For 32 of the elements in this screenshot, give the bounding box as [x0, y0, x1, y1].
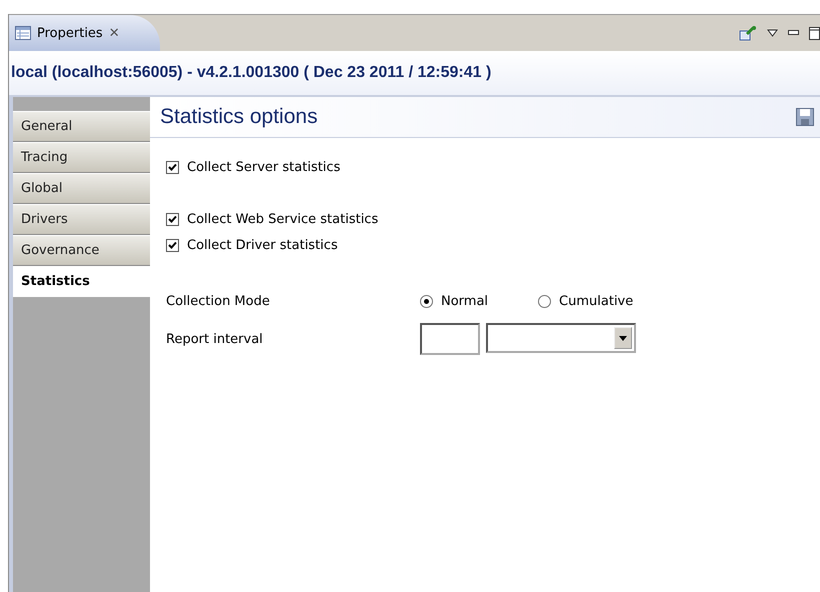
sidebar-tab[interactable]: Global [13, 173, 150, 204]
header-title: local (localhost:56005) - v4.2.1.001300 ( Dec 23 2011 / 12:59:41 ) [11, 64, 492, 82]
table-icon [15, 26, 31, 40]
checkbox[interactable] [166, 238, 179, 252]
sidebar-tab[interactable]: General [13, 111, 150, 142]
view-menu-icon[interactable] [767, 29, 778, 37]
caret-icon [619, 336, 627, 340]
radio-label: Normal [441, 294, 488, 309]
section-title: Statistics options [160, 105, 318, 129]
checkbox-label: Collect Server statistics [187, 160, 340, 174]
radio-label: Cumulative [559, 294, 634, 309]
radio-button[interactable] [538, 295, 552, 308]
save-icon[interactable] [796, 108, 814, 126]
pin-icon[interactable] [739, 25, 757, 41]
sidebar-tab[interactable]: Governance [13, 235, 150, 266]
checkbox-label: Collect Web Service statistics [187, 212, 378, 226]
field-label: Report interval [166, 332, 264, 346]
checkbox[interactable] [166, 160, 179, 174]
maximize-icon[interactable] [809, 26, 820, 40]
sidebar-tab[interactable]: Tracing [13, 142, 150, 173]
field-label: Collection Mode [166, 294, 271, 309]
sidebar-tab[interactable]: Drivers [13, 204, 150, 235]
tab-label: Properties [37, 26, 103, 40]
sidebar-tab[interactable]: Statistics [13, 266, 150, 297]
minimize-icon[interactable] [788, 30, 799, 36]
radio-button[interactable] [420, 295, 433, 308]
close-icon[interactable]: ✕ [108, 26, 120, 40]
input-field[interactable] [420, 323, 480, 355]
dropdown[interactable] [486, 323, 636, 353]
checkbox-label: Collect Driver statistics [187, 238, 338, 252]
properties-tab[interactable]: Properties ✕ [9, 15, 160, 51]
checkbox[interactable] [166, 212, 179, 226]
